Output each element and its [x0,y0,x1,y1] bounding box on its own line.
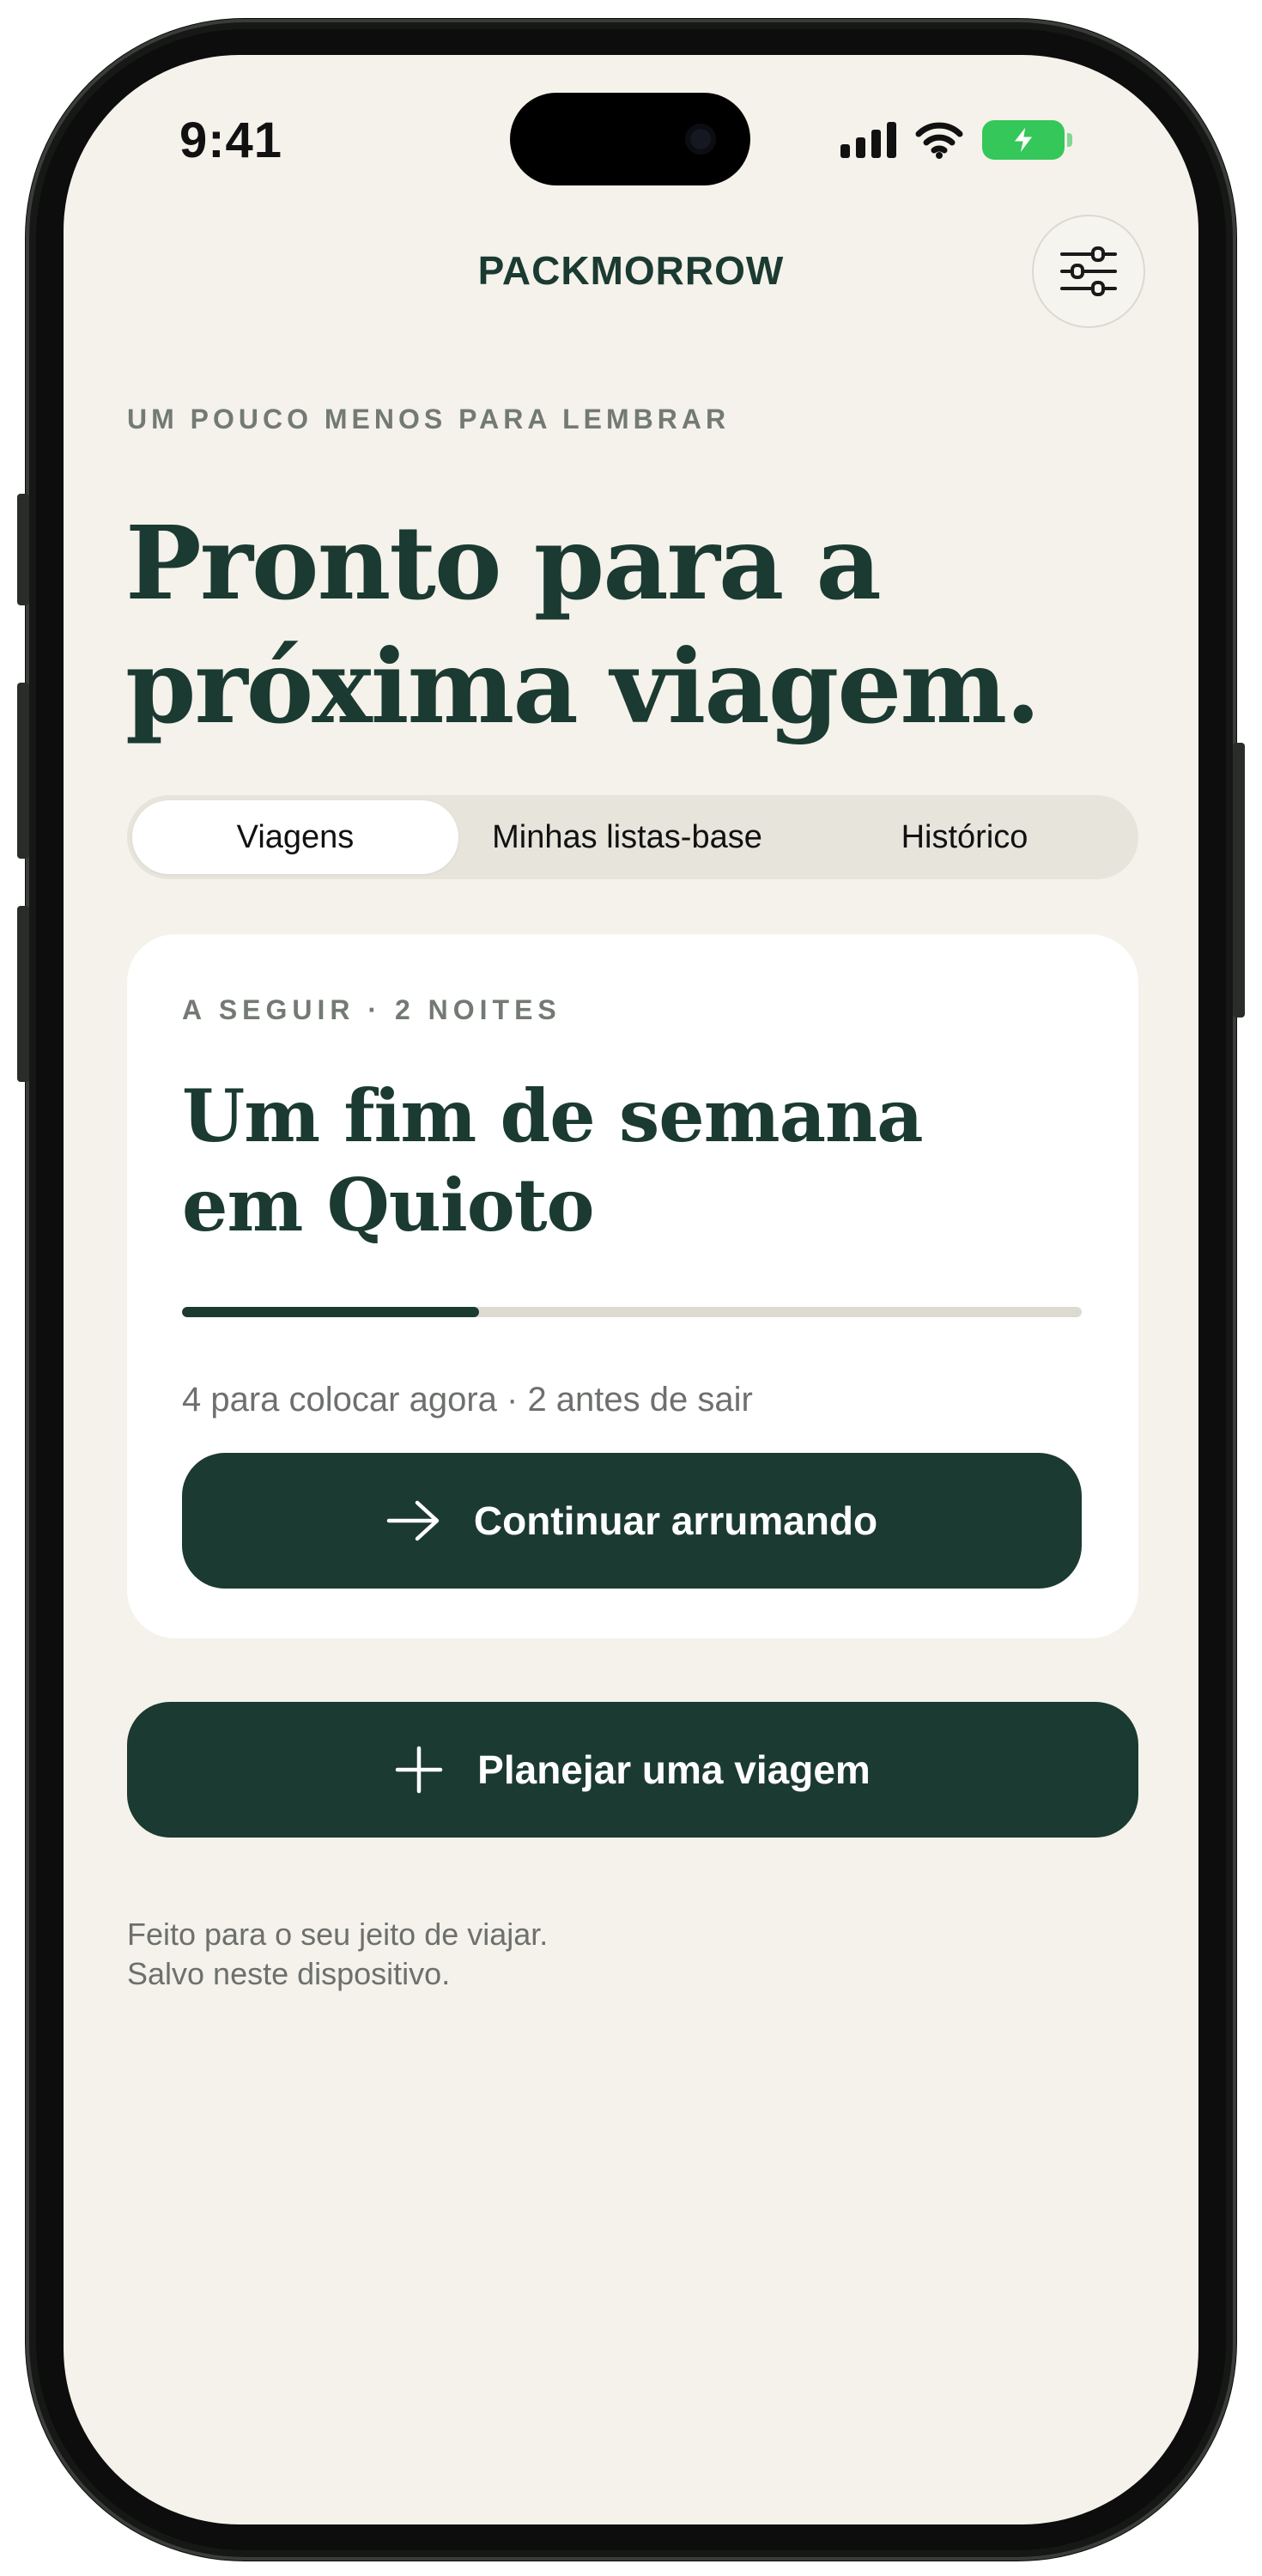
app-screen: 9:41 PACKMORROW UM POUCO MENOS PARA LEMB… [64,55,1198,2524]
next-trip-card: A SEGUIR · 2 NOITES Um fim de semana em … [127,934,1138,1638]
status-icons [840,118,1072,161]
power-button [1233,743,1245,1018]
plan-trip-button[interactable]: Planejar uma viagem [127,1702,1138,1838]
cellular-signal-icon [840,122,896,158]
tab-bar: Viagens Minhas listas-base Histórico [127,795,1138,879]
trip-summary: 4 para colocar agora · 2 antes de sair [182,1381,753,1419]
bolt-icon [1012,125,1034,155]
trip-eyebrow: A SEGUIR · 2 NOITES [182,994,561,1025]
hero-headline: Pronto para a próxima viagem. [125,501,1070,749]
dynamic-island [510,93,750,185]
packing-progress-fill [182,1307,479,1317]
trip-title-line-2: em Quioto [182,1163,595,1248]
front-camera [685,124,716,155]
action-button [17,494,29,605]
wifi-icon [915,122,963,159]
footer-line-1: Feito para o seu jeito de viajar. [127,1917,549,1952]
battery-charging-icon [982,120,1072,160]
settings-button[interactable] [1032,215,1145,328]
trip-title-line-1: Um fim de semana [182,1073,924,1158]
plus-icon [395,1746,443,1794]
continue-packing-button[interactable]: Continuar arrumando [182,1453,1082,1589]
sliders-icon [1060,246,1117,296]
headline-line-1: Pronto para a [125,503,882,623]
trip-title: Um fim de semana em Quioto [182,1072,955,1250]
packing-progress-bar [182,1307,1082,1317]
continue-packing-label: Continuar arrumando [473,1498,878,1543]
plan-trip-label: Planejar uma viagem [477,1747,871,1792]
footer-note: Feito para o seu jeito de viajar. Salvo … [127,1915,548,1994]
hero-eyebrow: UM POUCO MENOS PARA LEMBRAR [127,404,731,434]
volume-up-button [17,683,29,859]
arrow-right-icon [386,1500,440,1541]
tab-minhas-listas-base[interactable]: Minhas listas-base [458,800,796,874]
tab-viagens[interactable]: Viagens [132,800,458,874]
app-brand: PACKMORROW [477,248,785,293]
headline-line-2: próxima viagem. [125,627,1041,746]
footer-line-2: Salvo neste dispositivo. [127,1956,451,1991]
volume-down-button [17,906,29,1082]
status-time: 9:41 [179,112,283,168]
tab-historico[interactable]: Histórico [796,800,1133,874]
